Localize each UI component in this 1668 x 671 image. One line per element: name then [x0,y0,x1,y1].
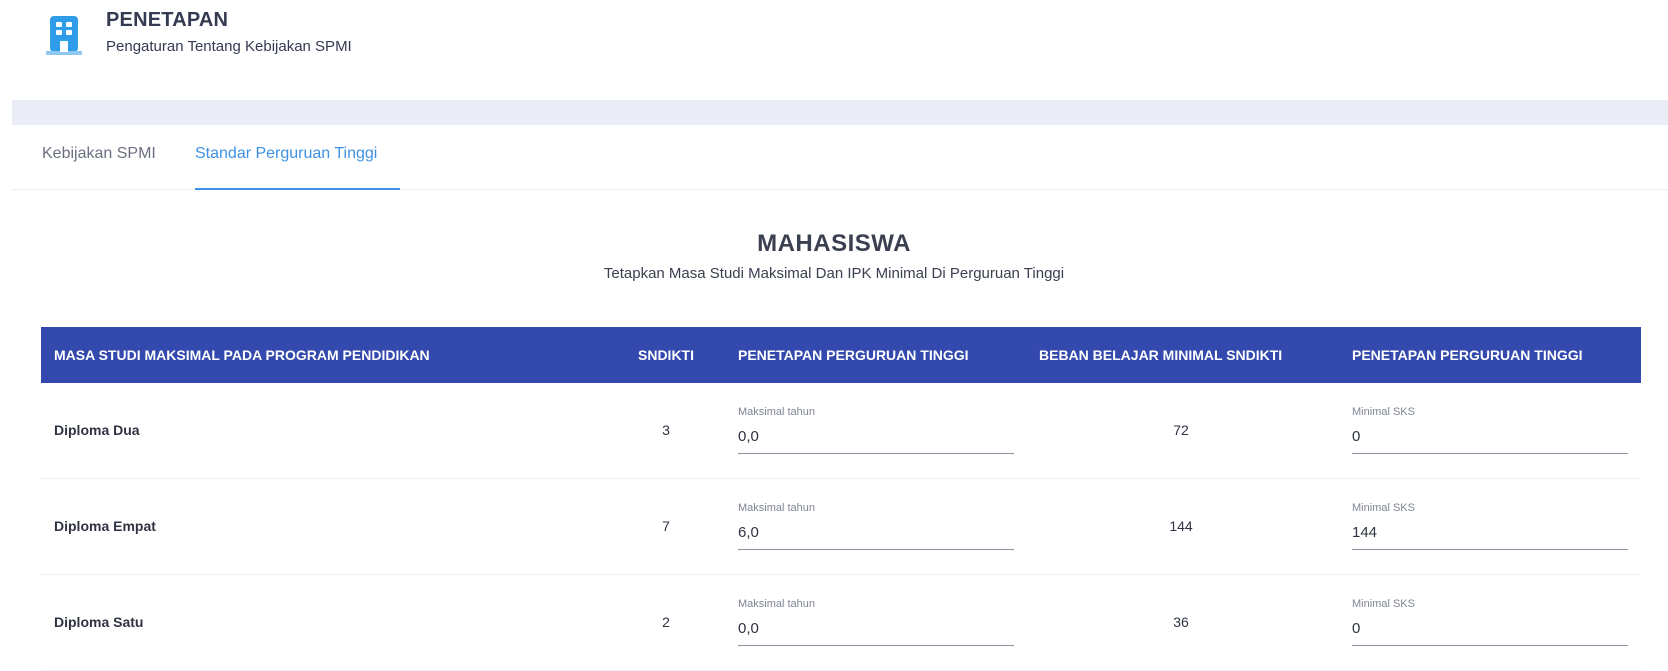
program-name: Diploma Empat [54,518,156,534]
column-header-penetapan-tahun: PENETAPAN PERGURUAN TINGGI [738,347,969,363]
tab-standar-perguruan-tinggi[interactable]: Standar Perguruan Tinggi [195,145,377,163]
min-sks-label: Minimal SKS [1352,406,1415,418]
header-divider-band [12,100,1668,125]
table-row: Diploma Dua 3 Maksimal tahun 72 Minimal … [41,383,1641,479]
program-name: Diploma Satu [54,614,144,630]
column-header-program: MASA STUDI MAKSIMAL PADA PROGRAM PENDIDI… [54,347,430,363]
max-year-field: Maksimal tahun [738,598,1014,646]
max-year-input[interactable] [738,616,1014,640]
max-year-label: Maksimal tahun [738,502,816,514]
column-header-penetapan-sks: PENETAPAN PERGURUAN TINGGI [1352,347,1583,363]
column-header-sndikti: SNDIKTI [638,347,694,363]
program-name: Diploma Dua [54,422,140,438]
min-sks-label: Minimal SKS [1352,598,1415,610]
page-subtitle: Pengaturan Tentang Kebijakan SPMI [106,38,352,55]
building-icon [46,16,82,55]
max-year-label: Maksimal tahun [738,406,816,418]
beban-value: 72 [1173,422,1189,438]
max-year-input[interactable] [738,424,1014,448]
column-header-beban-belajar: BEBAN BELAJAR MINIMAL SNDIKTI [1039,347,1283,363]
table-row: Diploma Satu 2 Maksimal tahun 36 Minimal… [41,575,1641,671]
table-row: Diploma Empat 7 Maksimal tahun 144 Minim… [41,479,1641,575]
table-header: MASA STUDI MAKSIMAL PADA PROGRAM PENDIDI… [41,327,1641,383]
min-sks-field: Minimal SKS [1352,598,1628,646]
min-sks-field: Minimal SKS [1352,502,1628,550]
page-title: PENETAPAN [106,9,229,31]
section-title: MAHASISWA [757,230,911,257]
min-sks-input[interactable] [1352,424,1628,448]
sndikti-value: 2 [662,614,670,630]
section-subtitle: Tetapkan Masa Studi Maksimal Dan IPK Min… [603,265,1065,282]
page-header: PENETAPAN Pengaturan Tentang Kebijakan S… [0,0,1668,100]
max-year-field: Maksimal tahun [738,502,1014,550]
sndikti-value: 7 [662,518,670,534]
beban-value: 144 [1169,518,1193,534]
tab-kebijakan-spmi[interactable]: Kebijakan SPMI [42,145,156,163]
beban-value: 36 [1173,614,1189,630]
min-sks-field: Minimal SKS [1352,406,1628,454]
max-year-label: Maksimal tahun [738,598,816,610]
masa-studi-table: MASA STUDI MAKSIMAL PADA PROGRAM PENDIDI… [41,327,1641,671]
sndikti-value: 3 [662,422,670,438]
max-year-input[interactable] [738,520,1014,544]
max-year-field: Maksimal tahun [738,406,1014,454]
min-sks-input[interactable] [1352,616,1628,640]
active-tab-indicator [195,188,400,190]
min-sks-input[interactable] [1352,520,1628,544]
tab-bar: Kebijakan SPMI Standar Perguruan Tinggi [12,125,1668,190]
min-sks-label: Minimal SKS [1352,502,1415,514]
